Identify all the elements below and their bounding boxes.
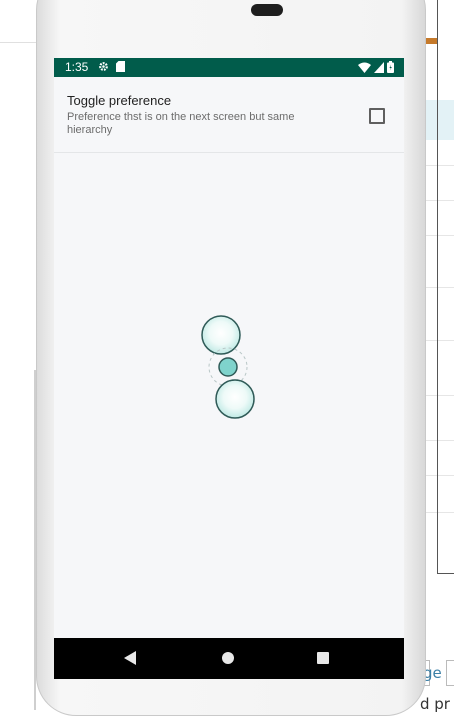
back-icon[interactable] (123, 651, 137, 665)
ide-divider (426, 165, 454, 166)
ide-divider (0, 42, 40, 43)
ide-divider (426, 440, 454, 441)
ide-panel-border (437, 573, 454, 574)
touch-point-2 (215, 379, 255, 419)
home-icon[interactable] (222, 652, 234, 664)
ide-divider (426, 395, 454, 396)
status-left-icons (98, 61, 125, 72)
gesture-center-point (218, 357, 238, 377)
ide-text: d pr (420, 695, 450, 713)
gesture-center-ring (208, 347, 248, 387)
status-bar: 1:35 (54, 58, 404, 77)
gear-icon (99, 62, 108, 71)
touch-point-1 (201, 315, 241, 355)
ide-divider (426, 340, 454, 341)
ide-divider (426, 235, 454, 236)
ide-selected-row (426, 100, 454, 140)
toggle-preference-row[interactable]: Toggle preference Preference thst is on … (54, 77, 404, 153)
status-right-icons (358, 61, 394, 73)
device-screen: 1:35 Toggle preference Preference thst i… (54, 58, 404, 679)
ide-divider (426, 287, 454, 288)
ide-divider (426, 512, 454, 513)
ide-panel-border (437, 0, 438, 574)
navigation-bar (54, 638, 404, 679)
wifi-icon (358, 62, 371, 73)
recents-icon[interactable] (317, 652, 329, 664)
sd-card-icon (116, 61, 125, 72)
ide-divider (426, 475, 454, 476)
ide-divider (426, 200, 454, 201)
earpiece-speaker (251, 4, 283, 16)
battery-icon (387, 61, 394, 73)
preference-summary: Preference thst is on the next screen bu… (67, 111, 295, 136)
signal-icon (374, 61, 384, 73)
preference-title: Toggle preference (67, 93, 172, 108)
status-time: 1:35 (65, 60, 89, 74)
preference-checkbox[interactable] (369, 108, 385, 124)
ide-image-icon[interactable] (446, 660, 454, 686)
